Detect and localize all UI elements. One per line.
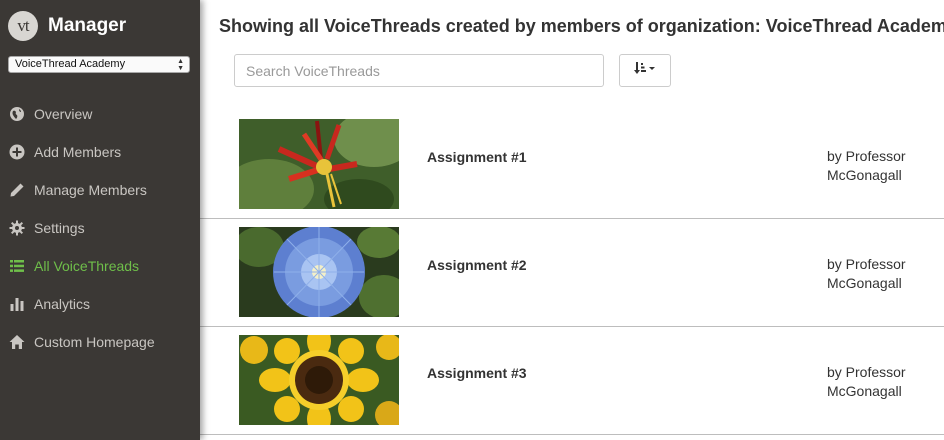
page-title: Showing all VoiceThreads created by memb… [219, 16, 944, 36]
thumbnail-sunflower[interactable] [239, 335, 399, 425]
thread-author: by Professor McGonagall [827, 147, 937, 185]
bar-chart-icon [9, 296, 25, 312]
organization-select[interactable]: VoiceThread Academy ▲ ▼ [8, 56, 190, 73]
list-icon [9, 258, 25, 274]
logo-text: vt [17, 16, 29, 35]
sidebar-item-label: Overview [34, 106, 93, 122]
main-content: Showing all VoiceThreads created by memb… [200, 0, 944, 440]
sidebar-item-manage-members[interactable]: Manage Members [0, 171, 200, 209]
sidebar-item-label: Analytics [34, 296, 91, 312]
organization-select-value: VoiceThread Academy [15, 58, 126, 70]
pencil-icon [9, 182, 25, 198]
thread-author: by Professor McGonagall [827, 363, 937, 401]
sidebar-item-label: Add Members [34, 144, 122, 160]
sidebar-item-label: Custom Homepage [34, 334, 155, 350]
voicethread-list: Assignment #1 by Professor McGonagall As… [200, 111, 944, 435]
thumbnail-red-columbine-flower[interactable] [239, 119, 399, 209]
sidebar-item-label: All VoiceThreads [34, 258, 140, 274]
sidebar-item-add-members[interactable]: Add Members [0, 133, 200, 171]
voicethread-logo: vt [8, 11, 38, 41]
thread-title[interactable]: Assignment #3 [427, 365, 527, 381]
sidebar: vt Manager VoiceThread Academy ▲ ▼ Overvi… [0, 0, 200, 440]
list-item[interactable]: Assignment #2 by Professor McGonagall [200, 219, 944, 327]
sidebar-item-analytics[interactable]: Analytics [0, 285, 200, 323]
thread-title[interactable]: Assignment #2 [427, 257, 527, 273]
select-arrows-icon: ▲ ▼ [177, 58, 184, 72]
brand[interactable]: vt Manager [8, 10, 126, 42]
sidebar-item-overview[interactable]: Overview [0, 95, 200, 133]
app-title: Manager [48, 15, 127, 36]
sort-icon [634, 61, 656, 80]
search-input[interactable] [234, 54, 604, 87]
sort-button[interactable] [619, 54, 671, 87]
sidebar-item-settings[interactable]: Settings [0, 209, 200, 247]
sidebar-item-label: Manage Members [34, 182, 147, 198]
sidebar-item-custom-homepage[interactable]: Custom Homepage [0, 323, 200, 361]
globe-icon [9, 106, 25, 122]
author-name: McGonagall [827, 167, 902, 183]
author-name: McGonagall [827, 383, 902, 399]
author-line: by Professor [827, 364, 906, 380]
gear-icon [9, 220, 25, 236]
sidebar-nav: Overview Add Members Manage Members Sett… [0, 95, 200, 361]
list-item[interactable]: Assignment #3 by Professor McGonagall [200, 327, 944, 435]
thumbnail-blue-morning-glory-flower[interactable] [239, 227, 399, 317]
author-name: McGonagall [827, 275, 902, 291]
thread-title[interactable]: Assignment #1 [427, 149, 527, 165]
thread-author: by Professor McGonagall [827, 255, 937, 293]
list-item[interactable]: Assignment #1 by Professor McGonagall [200, 111, 944, 219]
author-line: by Professor [827, 256, 906, 272]
sidebar-item-label: Settings [34, 220, 85, 236]
sidebar-item-all-voicethreads[interactable]: All VoiceThreads [0, 247, 200, 285]
author-line: by Professor [827, 148, 906, 164]
home-icon [9, 334, 25, 350]
plus-circle-icon [9, 144, 25, 160]
